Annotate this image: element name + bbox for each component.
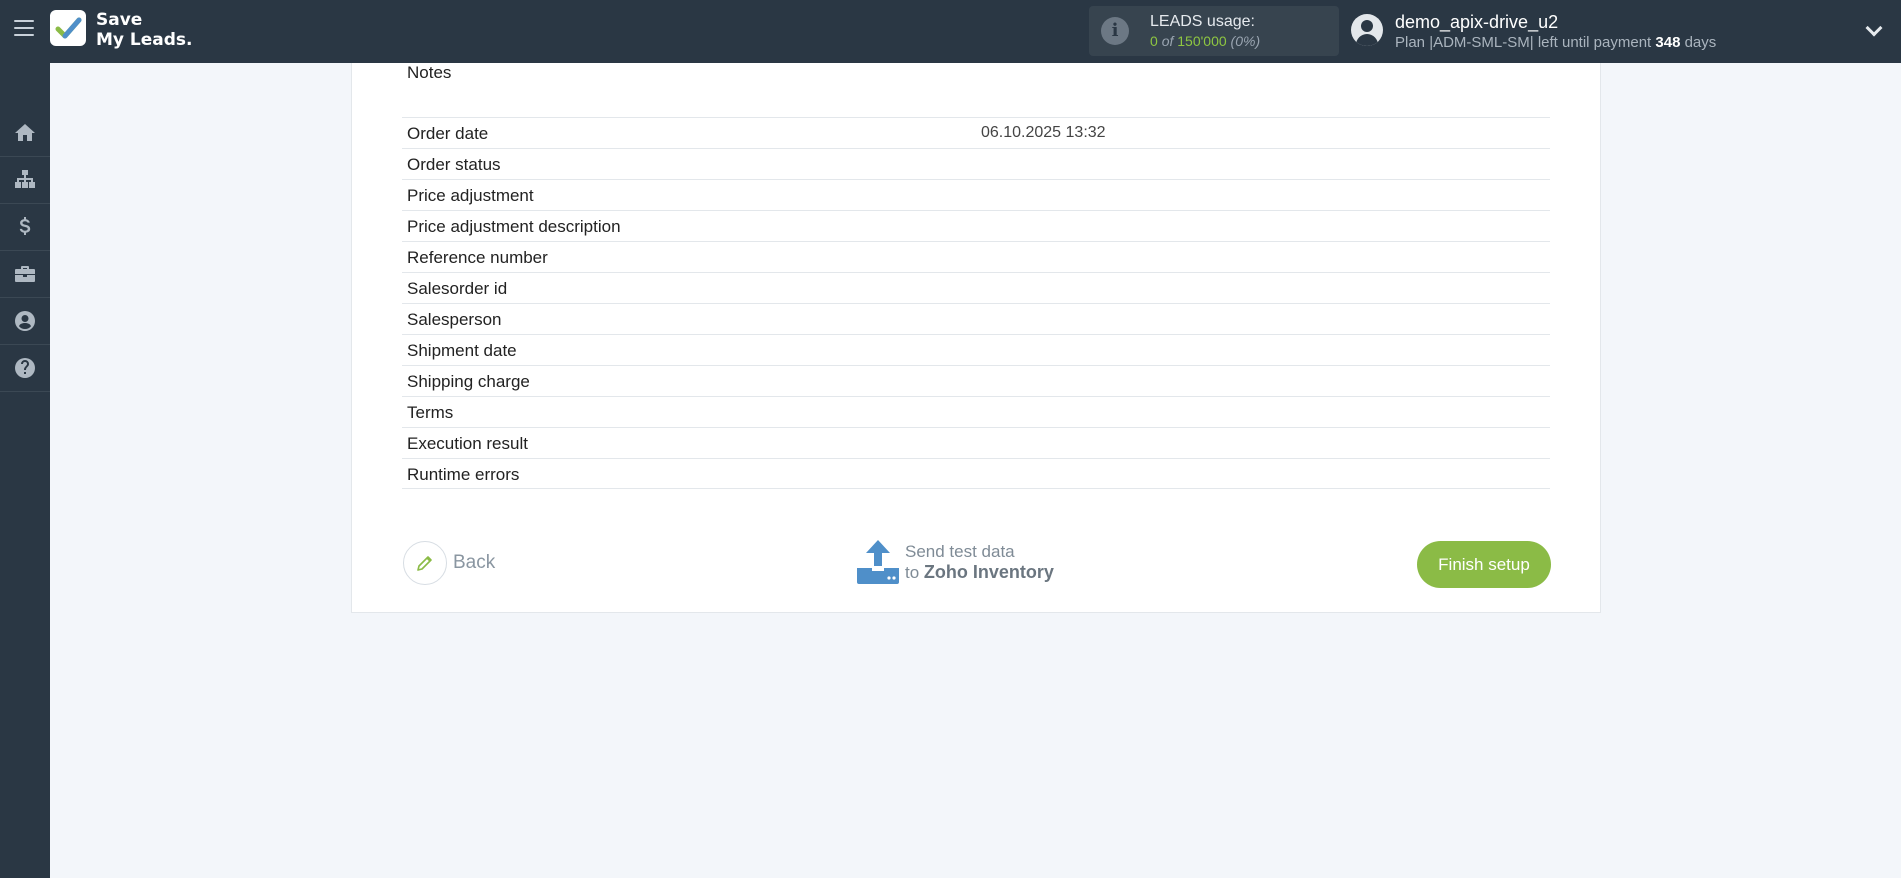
- menu-icon[interactable]: [14, 20, 34, 38]
- top-bar: Save My Leads. i LEADS usage: 0 of 150'0…: [0, 0, 1901, 63]
- table-row: Order date 06.10.2025 13:32: [402, 117, 1550, 148]
- usage-used: 0: [1150, 33, 1158, 49]
- pencil-icon[interactable]: [403, 541, 447, 585]
- usage-of: of: [1161, 33, 1174, 49]
- send-test-data-button[interactable]: Send test data to Zoho Inventory: [857, 540, 1054, 584]
- info-icon: i: [1101, 17, 1129, 45]
- fields-table: Order date 06.10.2025 13:32 Order status …: [402, 117, 1550, 489]
- send-line-2: to Zoho Inventory: [905, 562, 1054, 583]
- table-row: Shipping charge: [402, 365, 1550, 396]
- plan-days: 348: [1655, 34, 1681, 51]
- fields-card: Notes Order date 06.10.2025 13:32 Order s…: [351, 63, 1601, 613]
- field-key: Order status: [407, 155, 501, 174]
- chevron-down-icon[interactable]: [1865, 19, 1883, 37]
- dollar-icon: [19, 217, 31, 235]
- sitemap-icon: [15, 170, 35, 188]
- logo-line-2: My Leads.: [96, 30, 193, 50]
- usage-limit: 150'000: [1177, 33, 1227, 49]
- avatar[interactable]: [1351, 14, 1383, 46]
- field-key: Reference number: [407, 248, 548, 267]
- sidebar-item-tools[interactable]: [0, 251, 50, 298]
- usage-percent: (0%): [1230, 33, 1261, 49]
- sidebar-item-account[interactable]: [0, 298, 50, 345]
- field-key: Runtime errors: [407, 465, 520, 484]
- table-row: Terms: [402, 396, 1550, 427]
- field-key: Shipping charge: [407, 372, 530, 391]
- back-label[interactable]: Back: [453, 552, 495, 574]
- table-row: Price adjustment: [402, 179, 1550, 210]
- finish-setup-button[interactable]: Finish setup: [1417, 541, 1551, 588]
- send-to: to: [905, 563, 920, 582]
- table-row: Salesorder id: [402, 272, 1550, 303]
- send-line-1: Send test data: [905, 542, 1015, 561]
- table-row: Shipment date: [402, 334, 1550, 365]
- table-row: Price adjustment description: [402, 210, 1550, 241]
- table-row: Execution result: [402, 427, 1550, 458]
- field-label-notes: Notes: [407, 63, 452, 82]
- account-icon: [15, 311, 35, 331]
- field-key: Order date: [407, 124, 489, 143]
- usage-count: 0 of 150'000 (0%): [1150, 33, 1260, 49]
- field-value: 06.10.2025 13:32: [981, 124, 1106, 141]
- field-key: Price adjustment description: [407, 217, 621, 236]
- table-row: Runtime errors: [402, 458, 1550, 489]
- sidebar-item-connections[interactable]: [0, 157, 50, 204]
- briefcase-icon: [15, 266, 35, 282]
- send-test-text[interactable]: Send test data to Zoho Inventory: [905, 541, 1054, 583]
- table-row: Reference number: [402, 241, 1550, 272]
- table-row: Order status: [402, 148, 1550, 179]
- sidebar-item-help[interactable]: [0, 345, 50, 392]
- back-button[interactable]: Back: [403, 541, 495, 585]
- leads-usage-panel: i LEADS usage: 0 of 150'000 (0%): [1089, 6, 1339, 56]
- logo-line-1: Save: [96, 10, 143, 30]
- logo-icon[interactable]: [50, 10, 86, 46]
- plan-days-suffix: days: [1684, 34, 1717, 51]
- field-key: Execution result: [407, 434, 528, 453]
- help-icon: [15, 358, 35, 378]
- logo-text[interactable]: Save My Leads.: [96, 10, 193, 50]
- field-key: Shipment date: [407, 341, 517, 360]
- field-key: Salesperson: [407, 310, 502, 329]
- table-row: Salesperson: [402, 303, 1550, 334]
- sidebar: [0, 63, 50, 878]
- sidebar-item-home[interactable]: [0, 110, 50, 157]
- plan-prefix: Plan |ADM-SML-SM| left until payment: [1395, 34, 1652, 51]
- sidebar-item-billing[interactable]: [0, 204, 50, 251]
- upload-icon[interactable]: [857, 540, 899, 584]
- user-name[interactable]: demo_apix-drive_u2: [1395, 12, 1558, 33]
- send-target: Zoho Inventory: [923, 562, 1054, 582]
- usage-title: LEADS usage:: [1150, 13, 1255, 30]
- field-key: Salesorder id: [407, 279, 508, 298]
- field-key: Terms: [407, 403, 454, 422]
- user-plan: Plan |ADM-SML-SM| left until payment 348…: [1395, 34, 1716, 51]
- field-key: Price adjustment: [407, 186, 534, 205]
- home-icon: [15, 124, 35, 141]
